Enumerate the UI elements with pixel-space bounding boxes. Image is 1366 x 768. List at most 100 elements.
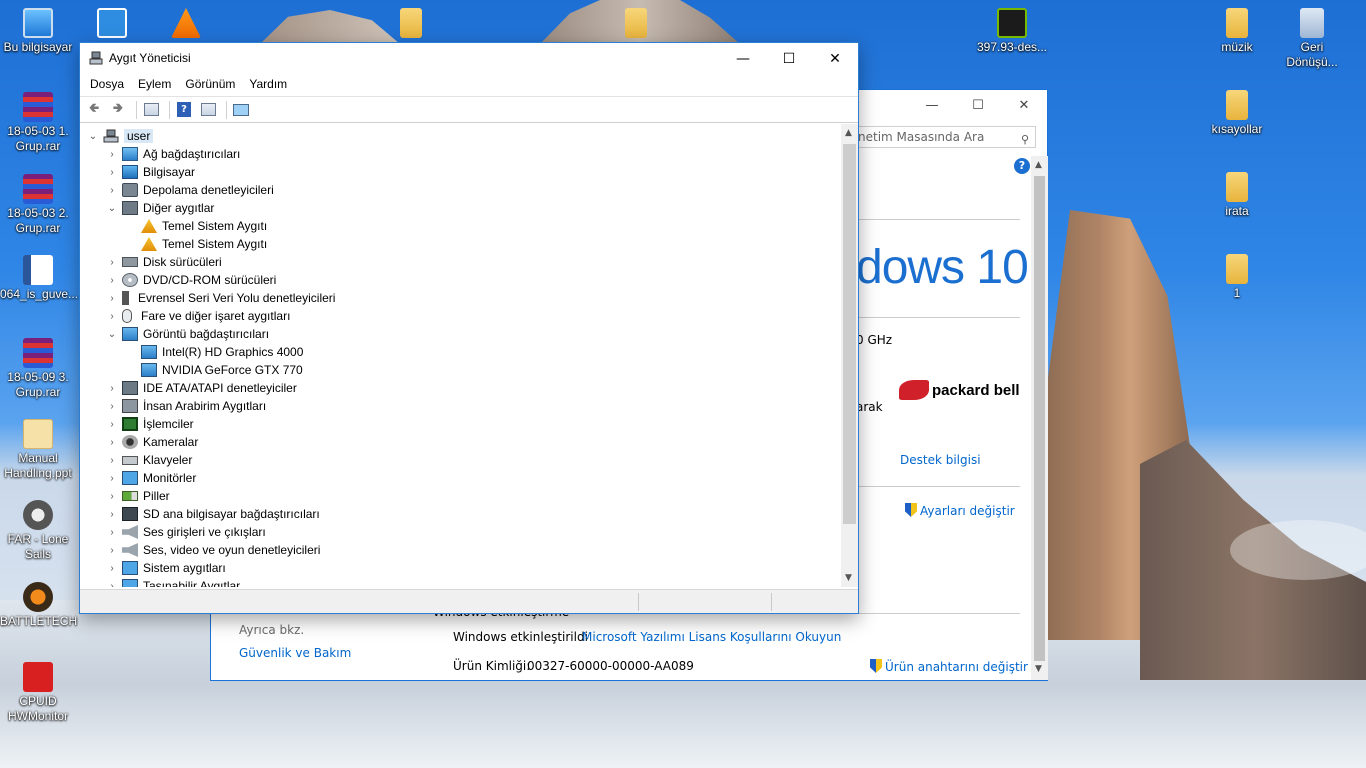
scrollbar-thumb[interactable] [843, 144, 856, 524]
tree-category[interactable]: › Ağ bağdaştırıcıları [104, 145, 240, 163]
desktop-icon-rar[interactable]: 18-05-03 2. Grup.rar [0, 174, 76, 236]
desktop-icon-far[interactable]: FAR - Lone Sails [0, 500, 76, 562]
tree-category[interactable]: › Klavyeler [104, 451, 192, 469]
desktop-icon-1[interactable]: 1 [1199, 254, 1275, 301]
desktop-icon-vlc[interactable] [148, 8, 224, 40]
chevron-right-icon[interactable]: › [104, 257, 120, 268]
desktop-icon-folder[interactable] [598, 8, 674, 40]
security-maintenance-link[interactable]: Güvenlik ve Bakım [239, 646, 351, 660]
scroll-down-icon[interactable]: ▼ [845, 573, 852, 583]
desktop-icon-battletech[interactable]: BATTLETECH [0, 582, 77, 629]
chevron-right-icon[interactable]: › [104, 383, 120, 394]
tree-device[interactable]: Intel(R) HD Graphics 4000 [141, 343, 303, 361]
maximize-button[interactable]: ☐ [766, 43, 812, 74]
tree-category[interactable]: ⌄ Görüntü bağdaştırıcıları [104, 325, 269, 343]
desktop-icon-word-doc[interactable]: 064_is_guve... [0, 255, 78, 302]
chevron-right-icon[interactable]: › [104, 185, 120, 196]
chevron-right-icon[interactable]: › [104, 311, 120, 322]
tree-category[interactable]: › Monitörler [104, 469, 196, 487]
desktop-icon-hwmonitor[interactable]: CPUID HWMonitor [0, 662, 76, 724]
desktop-icon-rar[interactable]: 18-05-09 3. Grup.rar [0, 338, 76, 400]
chevron-right-icon[interactable]: › [104, 275, 120, 286]
tree-category[interactable]: › SD ana bilgisayar bağdaştırıcıları [104, 505, 320, 523]
tree-device[interactable]: Temel Sistem Aygıtı [141, 235, 267, 253]
menu-action[interactable]: Eylem [132, 74, 177, 96]
tree-category[interactable]: › Disk sürücüleri [104, 253, 221, 271]
desktop-icon-ppt[interactable]: Manual Handling.ppt [0, 419, 76, 481]
device-tree[interactable]: ⌄ user › Ağ bağdaştırıcıları › Bilgisayar › D… [81, 124, 841, 587]
desktop-icon-rar[interactable]: 18-05-03 1. Grup.rar [0, 92, 76, 154]
chevron-right-icon[interactable]: › [104, 293, 120, 304]
help-icon[interactable]: ? [1014, 158, 1030, 174]
chevron-right-icon[interactable]: › [104, 419, 120, 430]
minimize-button[interactable]: — [720, 43, 766, 74]
chevron-down-icon[interactable]: ⌄ [85, 131, 101, 142]
tree-category[interactable]: › İşlemciler [104, 415, 194, 433]
chevron-right-icon[interactable]: › [104, 545, 120, 556]
chevron-right-icon[interactable]: › [104, 473, 120, 484]
chevron-right-icon[interactable]: › [104, 491, 120, 502]
forward-button[interactable]: 🢂 [108, 101, 128, 119]
control-panel-search-input[interactable]: netim Masasında Ara ⚲ [851, 126, 1036, 148]
chevron-right-icon[interactable]: › [104, 167, 120, 178]
change-settings-link[interactable]: Ayarları değiştir [905, 503, 1015, 518]
desktop-icon-kisayollar[interactable]: kısayollar [1199, 90, 1275, 137]
chevron-right-icon[interactable]: › [104, 509, 120, 520]
chevron-right-icon[interactable]: › [104, 581, 120, 588]
desktop-icon-recycle-bin[interactable]: Geri Dönüşü... [1274, 8, 1350, 70]
scan-hardware-button[interactable] [231, 101, 251, 119]
maximize-button[interactable]: ☐ [955, 90, 1001, 120]
tree-category[interactable]: › Depolama denetleyicileri [104, 181, 274, 199]
chevron-right-icon[interactable]: › [104, 437, 120, 448]
tree-category[interactable]: › Bilgisayar [104, 163, 195, 181]
tree-device[interactable]: Temel Sistem Aygıtı [141, 217, 267, 235]
scroll-down-icon[interactable]: ▼ [1035, 664, 1042, 674]
menu-view[interactable]: Görünüm [179, 74, 241, 96]
minimize-button[interactable]: — [909, 90, 955, 120]
system-window-scrollbar[interactable]: ▲ ▼ [1031, 156, 1048, 680]
tree-root[interactable]: ⌄ user [85, 127, 154, 145]
close-button[interactable]: ✕ [812, 43, 858, 74]
tree-category[interactable]: ⌄ Diğer aygıtlar [104, 199, 214, 217]
menu-file[interactable]: Dosya [84, 74, 130, 96]
support-info-link[interactable]: Destek bilgisi [900, 453, 981, 467]
menu-help[interactable]: Yardım [243, 74, 293, 96]
tree-category[interactable]: › Taşınabilir Aygıtlar [104, 577, 240, 587]
tree-device[interactable]: NVIDIA GeForce GTX 770 [141, 361, 303, 379]
change-product-key-link[interactable]: Ürün anahtarını değiştir [870, 659, 1028, 674]
properties-button[interactable] [198, 101, 218, 119]
show-hide-console-tree-button[interactable] [141, 101, 161, 119]
chevron-right-icon[interactable]: › [104, 527, 120, 538]
tree-category[interactable]: › Piller [104, 487, 169, 505]
help-button[interactable]: ? [174, 101, 194, 119]
license-terms-link[interactable]: Microsoft Yazılımı Lisans Koşullarını Ok… [582, 630, 841, 644]
chevron-right-icon[interactable]: › [104, 149, 120, 160]
chevron-down-icon[interactable]: ⌄ [104, 203, 120, 214]
tree-category[interactable]: › İnsan Arabirim Aygıtları [104, 397, 266, 415]
desktop-icon-muzik[interactable]: müzik [1199, 8, 1275, 55]
scroll-up-icon[interactable]: ▲ [845, 128, 852, 138]
desktop-icon-system[interactable] [74, 8, 150, 40]
tree-category[interactable]: › Evrensel Seri Veri Yolu denetleyicileri [104, 289, 335, 307]
desktop-icon-irata[interactable]: irata [1199, 172, 1275, 219]
back-button[interactable]: 🢀 [84, 101, 104, 119]
close-button[interactable]: ✕ [1001, 90, 1047, 120]
chevron-down-icon[interactable]: ⌄ [104, 329, 120, 340]
scroll-up-icon[interactable]: ▲ [1035, 160, 1042, 170]
desktop-icon-this-pc[interactable]: Bu bilgisayar [0, 8, 76, 55]
tree-category[interactable]: › Ses girişleri ve çıkışları [104, 523, 266, 541]
desktop-icon-folder[interactable] [373, 8, 449, 40]
tree-category[interactable]: › Ses, video ve oyun denetleyicileri [104, 541, 320, 559]
device-manager-window[interactable]: Aygıt Yöneticisi — ☐ ✕ Dosya Eylem Görün… [79, 42, 859, 614]
chevron-right-icon[interactable]: › [104, 563, 120, 574]
chevron-right-icon[interactable]: › [104, 455, 120, 466]
tree-category[interactable]: › Fare ve diğer işaret aygıtları [104, 307, 290, 325]
tree-category[interactable]: › Sistem aygıtları [104, 559, 226, 577]
tree-category[interactable]: › IDE ATA/ATAPI denetleyiciler [104, 379, 297, 397]
title-bar[interactable]: Aygıt Yöneticisi — ☐ ✕ [80, 43, 858, 74]
scrollbar-thumb[interactable] [1034, 176, 1045, 661]
desktop-icon-nvidia-driver[interactable]: 397.93-des... [974, 8, 1050, 55]
tree-scrollbar[interactable]: ▲ ▼ [841, 124, 858, 587]
tree-category[interactable]: › DVD/CD-ROM sürücüleri [104, 271, 276, 289]
chevron-right-icon[interactable]: › [104, 401, 120, 412]
